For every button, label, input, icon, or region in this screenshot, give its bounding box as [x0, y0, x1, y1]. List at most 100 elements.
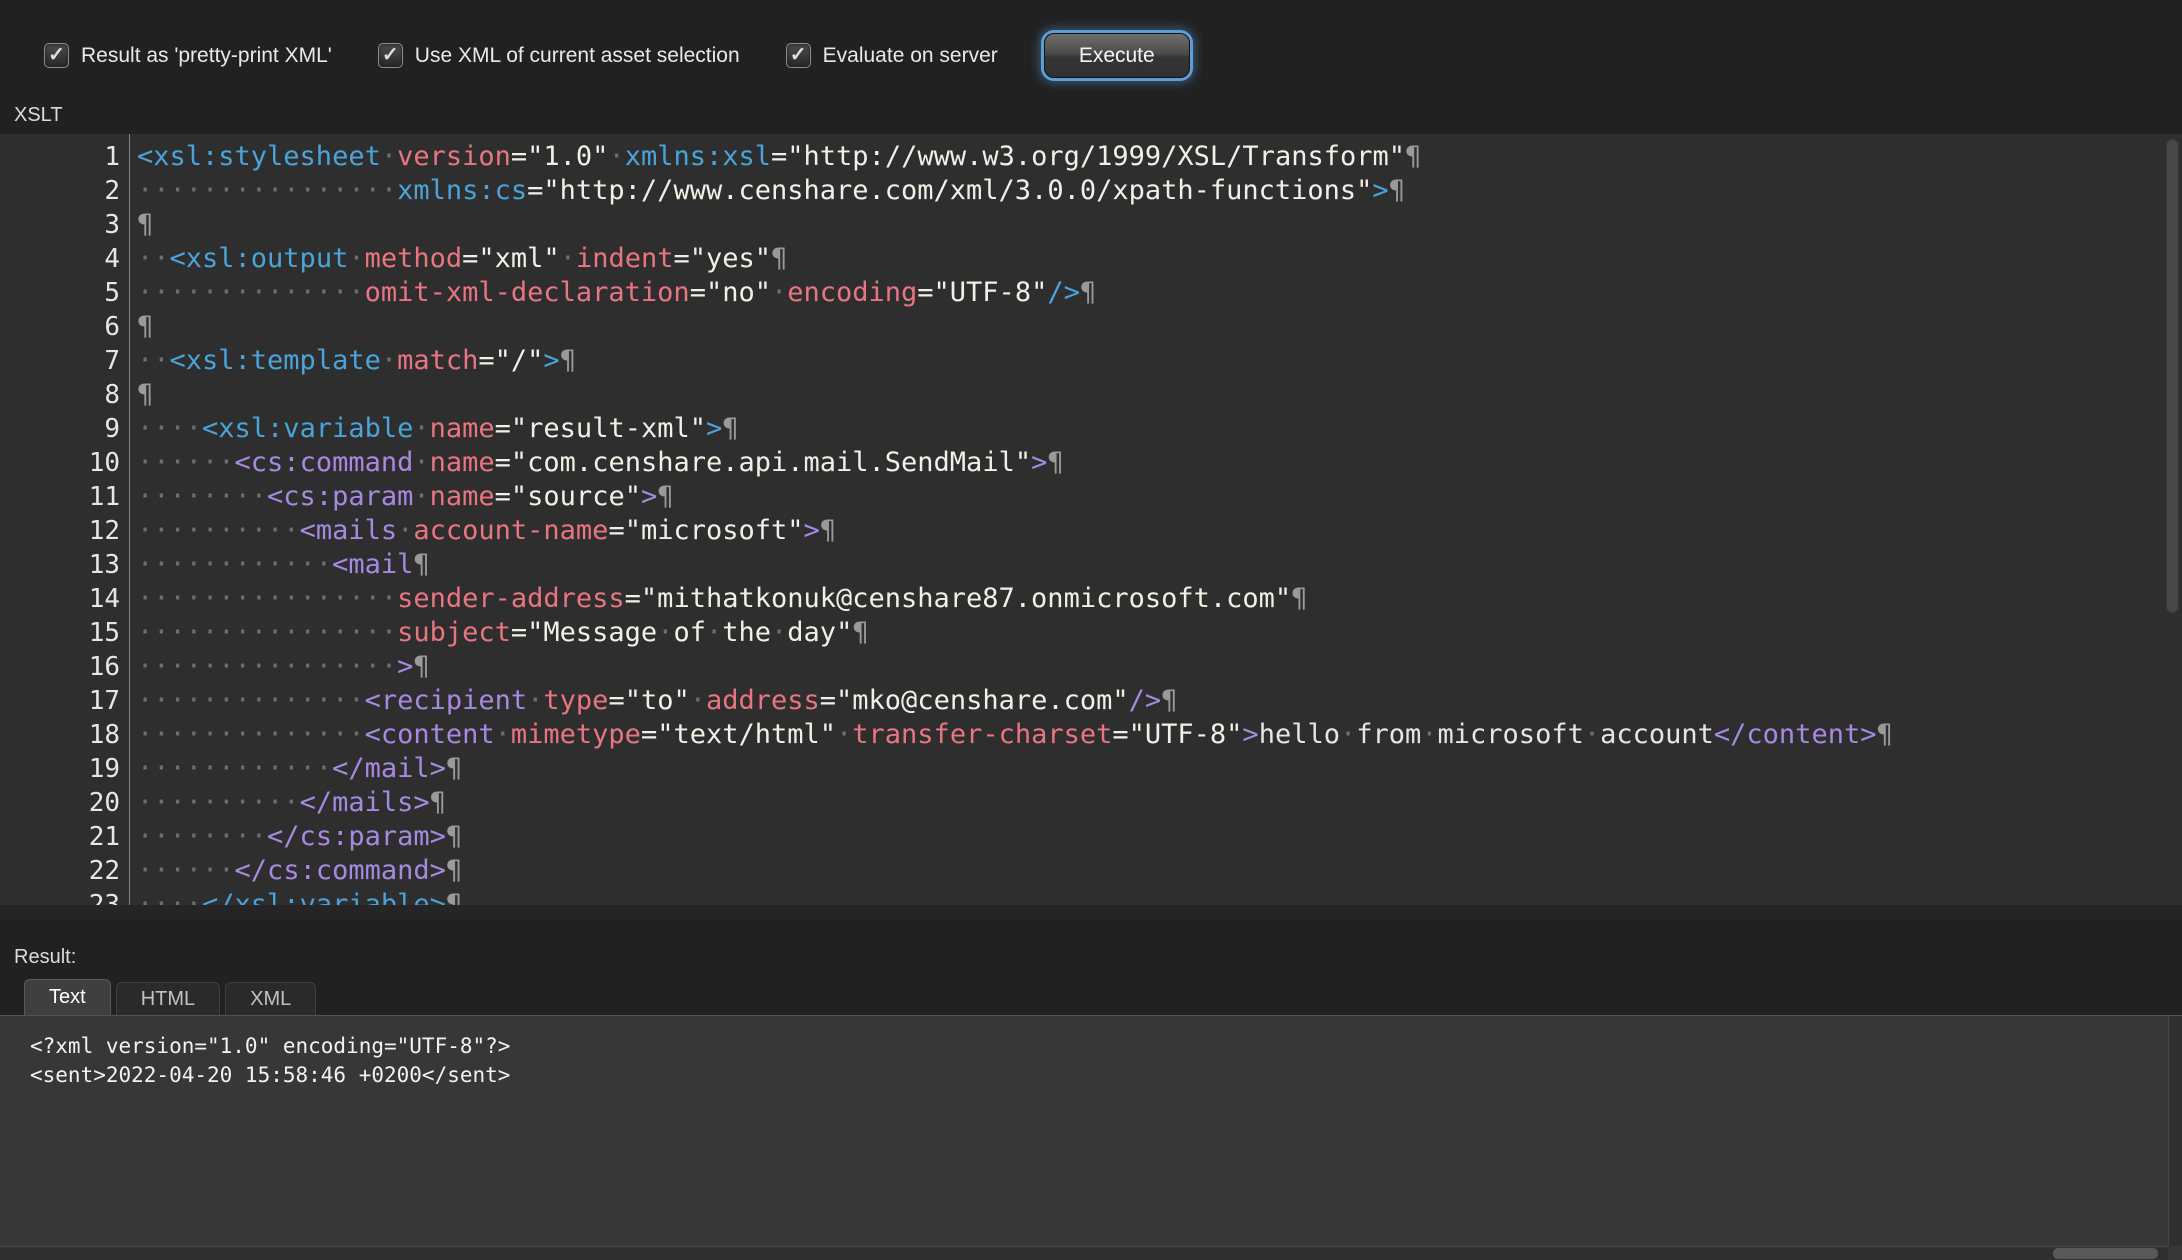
newline-mark: ¶ — [1161, 685, 1177, 716]
result-horizontal-scrollbar[interactable] — [0, 1246, 2168, 1260]
line-number: 5 — [0, 276, 129, 310]
line-number: 22 — [0, 854, 129, 888]
code-line: ··············omit-xml-declaration="no"·… — [137, 276, 2182, 310]
code-line: <xsl:stylesheet·version="1.0"·xmlns:xsl=… — [137, 140, 2182, 174]
editor-vertical-scrollbar[interactable] — [2164, 137, 2180, 901]
checkmark-icon: ✓ — [382, 45, 399, 65]
line-number: 13 — [0, 548, 129, 582]
line-number: 19 — [0, 752, 129, 786]
code-line: ······<cs:command·name="com.censhare.api… — [137, 446, 2182, 480]
checkmark-icon: ✓ — [790, 45, 807, 65]
code-line: ········<cs:param·name="source">¶ — [137, 480, 2182, 514]
newline-mark: ¶ — [413, 651, 429, 682]
checkbox-box[interactable]: ✓ — [44, 43, 69, 68]
checkbox-box[interactable]: ✓ — [786, 43, 811, 68]
code-line: ··············<content·mimetype="text/ht… — [137, 718, 2182, 752]
result-panel[interactable]: <?xml version="1.0" encoding="UTF-8"?> <… — [0, 1015, 2182, 1260]
line-number: 23 — [0, 888, 129, 905]
newline-mark: ¶ — [771, 243, 787, 274]
code-line: ········</cs:param>¶ — [137, 820, 2182, 854]
newline-mark: ¶ — [722, 413, 738, 444]
newline-mark: ¶ — [560, 345, 576, 376]
result-content[interactable]: <?xml version="1.0" encoding="UTF-8"?> <… — [30, 1032, 2182, 1090]
line-number: 6 — [0, 310, 129, 344]
result-scrollbar-thumb[interactable] — [2053, 1248, 2158, 1259]
result-line: <sent>2022-04-20 15:58:46 +0200</sent> — [30, 1061, 2182, 1090]
xslt-label-row: XSLT — [0, 97, 2182, 134]
newline-mark: ¶ — [137, 379, 153, 410]
editor-scrollbar-thumb[interactable] — [2166, 139, 2179, 613]
code-line: ················>¶ — [137, 650, 2182, 684]
checkbox-pretty-print-xml[interactable]: ✓ Result as 'pretty-print XML' — [44, 43, 332, 68]
checkbox-evaluate-label: Evaluate on server — [823, 44, 998, 68]
newline-mark: ¶ — [446, 753, 462, 784]
line-number: 8 — [0, 378, 129, 412]
line-number: 11 — [0, 480, 129, 514]
newline-mark: ¶ — [446, 855, 462, 886]
xslt-editor[interactable]: 1234567891011121314151617181920212223 <x… — [0, 134, 2182, 919]
code-line: ················subject="Message·of·the·… — [137, 616, 2182, 650]
newline-mark: ¶ — [1405, 141, 1421, 172]
editor-horizontal-scrollbar[interactable] — [0, 905, 2182, 919]
xslt-executor-window: ✓ Result as 'pretty-print XML' ✓ Use XML… — [0, 0, 2182, 1260]
line-number: 18 — [0, 718, 129, 752]
line-number: 12 — [0, 514, 129, 548]
line-number: 17 — [0, 684, 129, 718]
result-vertical-scrollbar[interactable] — [2168, 1016, 2182, 1246]
code-line: ············</mail>¶ — [137, 752, 2182, 786]
newline-mark: ¶ — [430, 787, 446, 818]
tab-html[interactable]: HTML — [116, 982, 220, 1015]
toolbar: ✓ Result as 'pretty-print XML' ✓ Use XML… — [0, 0, 2182, 97]
code-line: ¶ — [137, 310, 2182, 344]
newline-mark: ¶ — [413, 549, 429, 580]
editor-gutter: 1234567891011121314151617181920212223 — [0, 134, 130, 905]
newline-mark: ¶ — [137, 209, 153, 240]
code-line: ······</cs:command>¶ — [137, 854, 2182, 888]
code-line: ····<xsl:variable·name="result-xml">¶ — [137, 412, 2182, 446]
code-line: ················sender-address="mithatko… — [137, 582, 2182, 616]
newline-mark: ¶ — [1291, 583, 1307, 614]
xslt-label: XSLT — [14, 104, 63, 127]
line-number: 20 — [0, 786, 129, 820]
tab-xml[interactable]: XML — [225, 982, 316, 1015]
line-number: 15 — [0, 616, 129, 650]
checkbox-evaluate-on-server[interactable]: ✓ Evaluate on server — [786, 43, 998, 68]
code-line: ¶ — [137, 208, 2182, 242]
newline-mark: ¶ — [1047, 447, 1063, 478]
newline-mark: ¶ — [852, 617, 868, 648]
editor-code[interactable]: <xsl:stylesheet·version="1.0"·xmlns:xsl=… — [130, 134, 2182, 905]
code-line: ····</xsl:variable>¶ — [137, 888, 2182, 905]
line-number: 9 — [0, 412, 129, 446]
line-number: 4 — [0, 242, 129, 276]
newline-mark: ¶ — [137, 311, 153, 342]
newline-mark: ¶ — [446, 889, 462, 905]
line-number: 7 — [0, 344, 129, 378]
code-line: ················xmlns:cs="http://www.cen… — [137, 174, 2182, 208]
line-number: 21 — [0, 820, 129, 854]
newline-mark: ¶ — [1389, 175, 1405, 206]
checkbox-use-xml-label: Use XML of current asset selection — [415, 44, 740, 68]
execute-button[interactable]: Execute — [1044, 33, 1190, 78]
newline-mark: ¶ — [446, 821, 462, 852]
tab-text[interactable]: Text — [24, 979, 111, 1015]
code-line: ¶ — [137, 378, 2182, 412]
code-line: ··············<recipient·type="to"·addre… — [137, 684, 2182, 718]
line-number: 14 — [0, 582, 129, 616]
result-line: <?xml version="1.0" encoding="UTF-8"?> — [30, 1032, 2182, 1061]
code-line: ··········<mails·account-name="microsoft… — [137, 514, 2182, 548]
editor-viewport: 1234567891011121314151617181920212223 <x… — [0, 134, 2182, 905]
result-label: Result: — [14, 946, 76, 969]
checkbox-pretty-print-label: Result as 'pretty-print XML' — [81, 44, 332, 68]
checkbox-box[interactable]: ✓ — [378, 43, 403, 68]
line-number: 2 — [0, 174, 129, 208]
newline-mark: ¶ — [820, 515, 836, 546]
code-line: ············<mail¶ — [137, 548, 2182, 582]
code-line: ··········</mails>¶ — [137, 786, 2182, 820]
checkmark-icon: ✓ — [48, 45, 65, 65]
line-number: 3 — [0, 208, 129, 242]
result-label-row: Result: — [0, 919, 2182, 979]
newline-mark: ¶ — [657, 481, 673, 512]
line-number: 10 — [0, 446, 129, 480]
newline-mark: ¶ — [1080, 277, 1096, 308]
checkbox-use-xml-of-selection[interactable]: ✓ Use XML of current asset selection — [378, 43, 740, 68]
